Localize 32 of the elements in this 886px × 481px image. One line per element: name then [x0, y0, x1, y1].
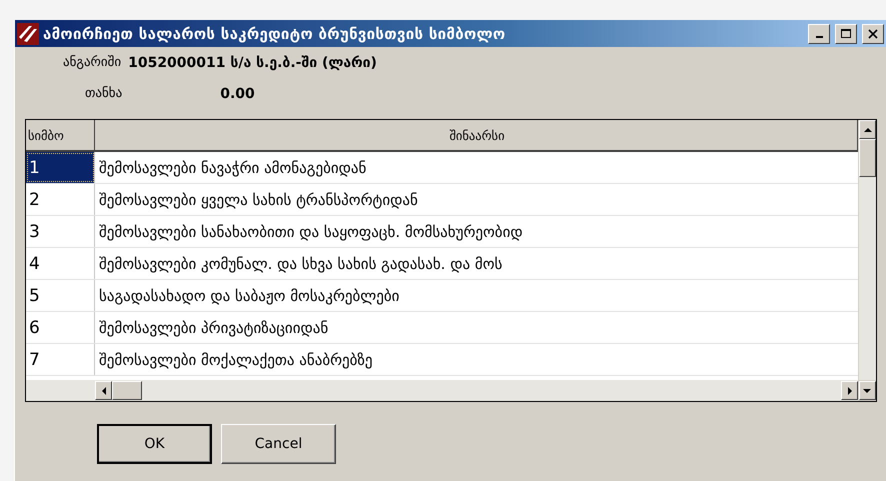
minimize-button[interactable] — [808, 24, 830, 44]
maximize-button[interactable] — [835, 24, 857, 44]
scroll-thumb[interactable] — [859, 139, 876, 177]
maximize-icon — [841, 28, 851, 38]
scroll-down-icon — [863, 386, 871, 394]
vertical-scrollbar[interactable] — [858, 120, 876, 380]
close-icon — [868, 28, 878, 38]
amount-value: 0.00 — [220, 86, 255, 102]
table-cell-text: შემოსავლები კომუნალ. და სხვა სახის გადასახ. და მოს — [98, 254, 504, 274]
scroll-left-icon — [100, 386, 108, 394]
table-cell-text: შემოსავლები ყველა სახის ტრანსპორტიდან — [98, 190, 419, 210]
column-header: შინაარსი — [95, 120, 858, 152]
scroll-right-icon — [846, 386, 854, 394]
table-cell-text: შემოსავლები მოქალაქეთა ანაბრებზე — [98, 350, 374, 370]
window-title: ამოირჩიეთ სალაროს საკრედიტო ბრუნვისთვის სიმბოლო — [43, 24, 506, 42]
app-logo-icon — [17, 22, 39, 44]
scroll-up-icon — [864, 126, 872, 134]
close-button[interactable] — [862, 24, 884, 44]
table-cell-text: შემოსავლები პრივატიზაციიდან — [98, 318, 330, 338]
table-cell-text: საგადასახადო და საბაჟო მოსაკრებლები — [98, 286, 400, 306]
account-label: ანგარიში — [63, 55, 122, 70]
table-cell[interactable]: 1 — [26, 152, 95, 183]
account-value: 1052000011 ს/ა ს.ე.ბ.-ში (ლარი) — [128, 54, 377, 70]
horizontal-scrollbar[interactable] — [26, 380, 858, 401]
column-header: სიმბო — [26, 120, 95, 152]
cancel-button[interactable]: Cancel — [221, 424, 336, 464]
amount-label: თანხა — [85, 86, 122, 101]
minimize-icon — [816, 36, 822, 38]
table-cell-text: შემოსავლები სანახაობითი და საყოფაცხ. მომსახურეობიდ — [98, 222, 524, 242]
table-cell-text: შემოსავლები ნავაჭრი ამონაგებიდან — [98, 158, 368, 178]
ok-button[interactable]: OK — [97, 424, 212, 464]
scroll-thumb[interactable] — [112, 381, 142, 400]
